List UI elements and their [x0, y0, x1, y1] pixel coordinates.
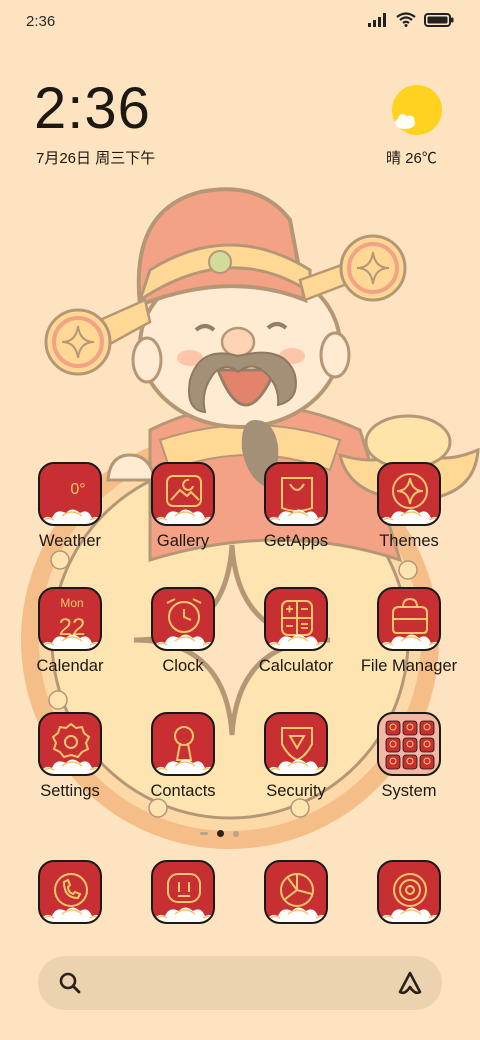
weather-widget-text[interactable]: 晴 26℃: [386, 147, 437, 168]
browser-icon[interactable]: [264, 860, 328, 924]
assistant-icon[interactable]: [396, 969, 424, 997]
page-dot-2[interactable]: [217, 830, 224, 837]
weather-icon[interactable]: 0°: [38, 462, 102, 526]
gallery-icon[interactable]: [151, 462, 215, 526]
dock-browser[interactable]: [240, 860, 352, 924]
app-label: GetApps: [263, 532, 329, 550]
getapps-icon[interactable]: [264, 462, 328, 526]
status-time: 2:36: [26, 13, 56, 30]
app-calendar[interactable]: Mon 22 Calendar: [14, 587, 126, 676]
sun-cloud-icon[interactable]: [391, 84, 443, 136]
page-dot-1[interactable]: [200, 832, 208, 835]
app-getapps[interactable]: GetApps: [240, 462, 352, 551]
calculator-icon[interactable]: [264, 587, 328, 651]
clock-icon[interactable]: [151, 587, 215, 651]
app-security[interactable]: Security: [240, 712, 352, 801]
app-label: Calculator: [258, 657, 334, 675]
app-label: Clock: [162, 657, 204, 675]
app-contacts[interactable]: Contacts: [127, 712, 239, 801]
search-bar[interactable]: [38, 956, 442, 1010]
app-label: Themes: [379, 532, 439, 550]
app-file-manager[interactable]: File Manager: [353, 587, 465, 676]
calendar-icon[interactable]: Mon 22: [38, 587, 102, 651]
app-clock[interactable]: Clock: [127, 587, 239, 676]
page-dot-3[interactable]: [233, 830, 239, 837]
page-indicator[interactable]: [200, 830, 239, 837]
app-label: Weather: [38, 532, 102, 550]
app-calculator[interactable]: Calculator: [240, 587, 352, 676]
app-label: Gallery: [156, 532, 210, 550]
app-system[interactable]: System: [353, 712, 465, 801]
themes-icon[interactable]: [377, 462, 441, 526]
dock-camera[interactable]: [353, 860, 465, 924]
app-label: File Manager: [360, 657, 458, 675]
app-gallery[interactable]: Gallery: [127, 462, 239, 551]
security-icon[interactable]: [264, 712, 328, 776]
app-label: Security: [266, 782, 326, 800]
clock-widget-time[interactable]: 2:36: [34, 80, 151, 138]
camera-icon[interactable]: [377, 860, 441, 924]
signal-icon: [368, 12, 386, 27]
dock-phone[interactable]: [14, 860, 126, 924]
dock-messages[interactable]: [127, 860, 239, 924]
app-label: Settings: [40, 782, 100, 800]
app-label: Calendar: [36, 657, 104, 675]
messages-icon[interactable]: [151, 860, 215, 924]
battery-icon: [424, 12, 454, 27]
app-weather[interactable]: 0° Weather: [14, 462, 126, 551]
app-label: System: [381, 782, 437, 800]
svg-text:Mon: Mon: [60, 596, 83, 610]
phone-icon[interactable]: [38, 860, 102, 924]
contacts-icon[interactable]: [151, 712, 215, 776]
status-bar: 2:36: [0, 0, 480, 44]
app-themes[interactable]: Themes: [353, 462, 465, 551]
wifi-icon: [396, 12, 416, 27]
svg-text:0°: 0°: [70, 481, 85, 498]
app-label: Contacts: [150, 782, 216, 800]
app-settings[interactable]: Settings: [14, 712, 126, 801]
system-folder-icon[interactable]: [377, 712, 441, 776]
settings-icon[interactable]: [38, 712, 102, 776]
clock-widget-date[interactable]: 7月26日 周三下午: [36, 147, 155, 168]
file-manager-icon[interactable]: [377, 587, 441, 651]
status-icons: [368, 12, 454, 27]
search-icon[interactable]: [58, 971, 82, 995]
